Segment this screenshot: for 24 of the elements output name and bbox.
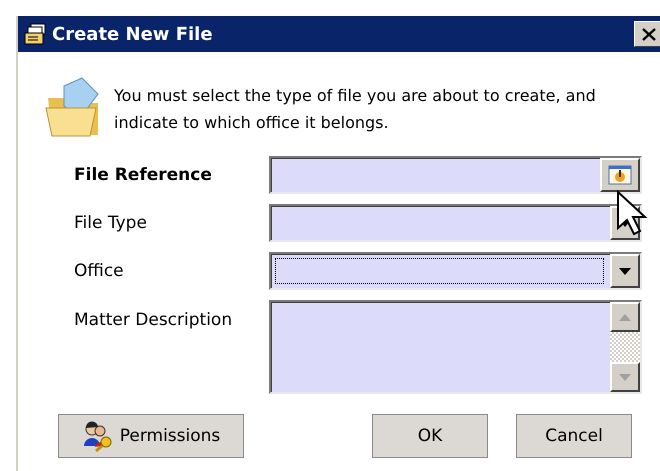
- dropdown-field[interactable]: [269, 252, 642, 290]
- mouse-cursor-icon: [616, 190, 650, 236]
- close-button[interactable]: [634, 21, 660, 47]
- instruction-text: You must select the type of file you are about to create, and indicate to which office it belongs.: [114, 85, 597, 134]
- input-field[interactable]: [269, 156, 642, 194]
- card-file-icon: [24, 23, 48, 45]
- scroll-up-button[interactable]: [610, 302, 640, 332]
- dropdown-field[interactable]: [269, 204, 642, 242]
- browse-button[interactable]: [600, 158, 640, 192]
- field-label: Matter Description: [74, 309, 234, 330]
- dropdown-button[interactable]: [610, 254, 640, 288]
- window-gear-icon: [608, 165, 632, 185]
- permissions-button[interactable]: Permissions: [58, 414, 244, 458]
- up-arrow-icon: [619, 314, 631, 320]
- field-label: File Type: [74, 213, 148, 233]
- close-icon: [642, 28, 656, 40]
- scrollbar-track: [610, 332, 640, 362]
- window-title: Create New File: [52, 24, 214, 44]
- dialog-button[interactable]: Cancel: [516, 414, 632, 458]
- field-label: Office: [74, 261, 125, 281]
- field-label: File Reference: [74, 165, 213, 185]
- dialog-button[interactable]: OK: [372, 414, 488, 458]
- scroll-down-button[interactable]: [610, 362, 640, 392]
- down-arrow-icon: [619, 374, 631, 380]
